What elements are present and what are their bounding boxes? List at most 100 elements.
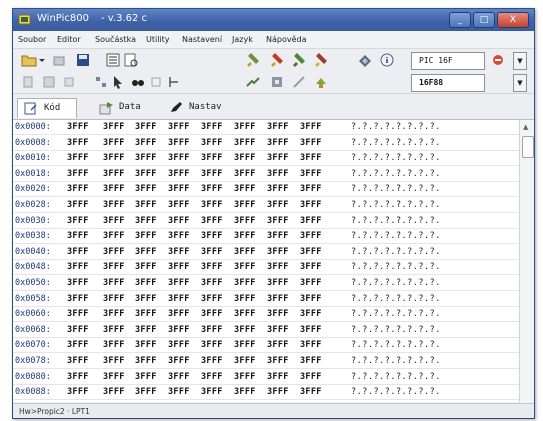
memory-word-cell[interactable]: 3FFF bbox=[168, 231, 190, 241]
code-memory-grid[interactable]: 0x0000: 3FFF 3FFF 3FFF 3FFF 3FFF 3FFF 3FFF 3FFF?… bbox=[13, 120, 519, 402]
tab-kod[interactable]: Kód bbox=[17, 98, 77, 118]
memory-word-cell[interactable]: 3FFF bbox=[135, 294, 157, 304]
table-row[interactable]: 0x0048: 3FFF 3FFF 3FFF 3FFF 3FFF 3FFF 3FFF 3FFF?… bbox=[13, 260, 519, 276]
memory-word-cell[interactable]: 3FFF bbox=[201, 340, 223, 350]
table-row[interactable]: 0x0070: 3FFF 3FFF 3FFF 3FFF 3FFF 3FFF 3FFF 3FFF?… bbox=[13, 338, 519, 354]
memory-word-cell[interactable]: 3FFF bbox=[67, 294, 89, 304]
memory-word-cell[interactable]: 3FFF bbox=[103, 169, 125, 179]
table-row[interactable]: 0x0068: 3FFF 3FFF 3FFF 3FFF 3FFF 3FFF 3FFF 3FFF?… bbox=[13, 323, 519, 338]
memory-word-cell[interactable]: 3FFF bbox=[168, 169, 190, 179]
memory-word-cell[interactable]: 3FFF bbox=[67, 340, 89, 350]
memory-word-cell[interactable]: 3FFF bbox=[67, 153, 89, 163]
paste-icon[interactable] bbox=[41, 74, 57, 90]
chip-test-icon[interactable] bbox=[357, 52, 373, 68]
memory-word-cell[interactable]: 3FFF bbox=[168, 294, 190, 304]
memory-word-cell[interactable]: 3FFF bbox=[234, 387, 256, 397]
memory-word-cell[interactable]: 3FFF bbox=[300, 184, 322, 194]
menu-utility[interactable]: Utility bbox=[146, 35, 170, 44]
memory-word-cell[interactable]: 3FFF bbox=[267, 216, 289, 226]
memory-word-cell[interactable]: 3FFF bbox=[135, 169, 157, 179]
info-icon[interactable] bbox=[379, 52, 395, 68]
memory-word-cell[interactable]: 3FFF bbox=[234, 372, 256, 382]
memory-word-cell[interactable]: 3FFF bbox=[168, 153, 190, 163]
memory-word-cell[interactable]: 3FFF bbox=[201, 372, 223, 382]
preview-icon[interactable] bbox=[123, 52, 139, 68]
memory-word-cell[interactable]: 3FFF bbox=[67, 169, 89, 179]
memory-word-cell[interactable]: 3FFF bbox=[234, 340, 256, 350]
memory-word-cell[interactable]: 3FFF bbox=[103, 122, 125, 132]
memory-word-cell[interactable]: 3FFF bbox=[267, 309, 289, 319]
memory-word-cell[interactable]: 3FFF bbox=[201, 278, 223, 288]
table-row[interactable]: 0x0008: 3FFF 3FFF 3FFF 3FFF 3FFF 3FFF 3FFF 3FFF?… bbox=[13, 136, 519, 151]
memory-word-cell[interactable]: 3FFF bbox=[103, 247, 125, 257]
memory-word-cell[interactable]: 3FFF bbox=[168, 122, 190, 132]
memory-word-cell[interactable]: 3FFF bbox=[300, 294, 322, 304]
open-folder-icon[interactable] bbox=[21, 52, 37, 68]
write-chip-icon[interactable] bbox=[269, 52, 285, 68]
memory-word-cell[interactable]: 3FFF bbox=[300, 247, 322, 257]
read-chip-icon[interactable] bbox=[245, 52, 261, 68]
menu-soubor[interactable]: Soubor bbox=[18, 35, 46, 44]
settings-icon[interactable] bbox=[269, 74, 285, 90]
find-icon[interactable] bbox=[130, 74, 146, 90]
memory-word-cell[interactable]: 3FFF bbox=[67, 309, 89, 319]
memory-word-cell[interactable]: 3FFF bbox=[103, 340, 125, 350]
memory-word-cell[interactable]: 3FFF bbox=[103, 200, 125, 210]
memory-word-cell[interactable]: 3FFF bbox=[201, 309, 223, 319]
memory-word-cell[interactable]: 3FFF bbox=[168, 278, 190, 288]
memory-word-cell[interactable]: 3FFF bbox=[103, 216, 125, 226]
memory-word-cell[interactable]: 3FFF bbox=[234, 169, 256, 179]
memory-word-cell[interactable]: 3FFF bbox=[300, 138, 322, 148]
vertical-scrollbar[interactable]: ▲ bbox=[519, 120, 534, 402]
memory-word-cell[interactable]: 3FFF bbox=[135, 372, 157, 382]
device-model-dropdown-icon[interactable]: ▼ bbox=[513, 74, 527, 92]
memory-word-cell[interactable]: 3FFF bbox=[201, 200, 223, 210]
memory-word-cell[interactable]: 3FFF bbox=[234, 216, 256, 226]
memory-word-cell[interactable]: 3FFF bbox=[67, 262, 89, 272]
memory-word-cell[interactable]: 3FFF bbox=[67, 200, 89, 210]
memory-word-cell[interactable]: 3FFF bbox=[267, 387, 289, 397]
memory-word-cell[interactable]: 3FFF bbox=[234, 231, 256, 241]
memory-word-cell[interactable]: 3FFF bbox=[103, 372, 125, 382]
memory-word-cell[interactable]: 3FFF bbox=[300, 262, 322, 272]
memory-word-cell[interactable]: 3FFF bbox=[135, 122, 157, 132]
memory-word-cell[interactable]: 3FFF bbox=[67, 216, 89, 226]
memory-word-cell[interactable]: 3FFF bbox=[135, 309, 157, 319]
memory-word-cell[interactable]: 3FFF bbox=[103, 325, 125, 335]
verify-chip-icon[interactable] bbox=[291, 52, 307, 68]
memory-word-cell[interactable]: 3FFF bbox=[103, 356, 125, 366]
memory-word-cell[interactable]: 3FFF bbox=[300, 200, 322, 210]
memory-word-cell[interactable]: 3FFF bbox=[201, 356, 223, 366]
memory-word-cell[interactable]: 3FFF bbox=[267, 169, 289, 179]
memory-word-cell[interactable]: 3FFF bbox=[201, 231, 223, 241]
table-row[interactable]: 0x0060: 3FFF 3FFF 3FFF 3FFF 3FFF 3FFF 3FFF 3FFF?… bbox=[13, 307, 519, 323]
table-row[interactable]: 0x0028: 3FFF 3FFF 3FFF 3FFF 3FFF 3FFF 3FFF 3FFF?… bbox=[13, 198, 519, 213]
memory-word-cell[interactable]: 3FFF bbox=[135, 153, 157, 163]
table-row[interactable]: 0x0050: 3FFF 3FFF 3FFF 3FFF 3FFF 3FFF 3FFF 3FFF?… bbox=[13, 276, 519, 291]
copy-icon[interactable] bbox=[21, 74, 37, 90]
memory-word-cell[interactable]: 3FFF bbox=[135, 200, 157, 210]
menu-editor[interactable]: Editor bbox=[57, 35, 81, 44]
memory-word-cell[interactable]: 3FFF bbox=[234, 294, 256, 304]
memory-word-cell[interactable]: 3FFF bbox=[103, 278, 125, 288]
memory-word-cell[interactable]: 3FFF bbox=[234, 278, 256, 288]
memory-word-cell[interactable]: 3FFF bbox=[103, 309, 125, 319]
close-button[interactable]: X bbox=[497, 12, 529, 28]
table-row[interactable]: 0x0000: 3FFF 3FFF 3FFF 3FFF 3FFF 3FFF 3FFF 3FFF?… bbox=[13, 120, 519, 135]
memory-word-cell[interactable]: 3FFF bbox=[267, 356, 289, 366]
memory-word-cell[interactable]: 3FFF bbox=[234, 122, 256, 132]
scroll-thumb[interactable] bbox=[522, 136, 534, 158]
memory-word-cell[interactable]: 3FFF bbox=[267, 138, 289, 148]
memory-word-cell[interactable]: 3FFF bbox=[67, 231, 89, 241]
memory-word-cell[interactable]: 3FFF bbox=[168, 356, 190, 366]
memory-word-cell[interactable]: 3FFF bbox=[267, 231, 289, 241]
memory-word-cell[interactable]: 3FFF bbox=[234, 309, 256, 319]
memory-word-cell[interactable]: 3FFF bbox=[300, 169, 322, 179]
memory-word-cell[interactable]: 3FFF bbox=[135, 216, 157, 226]
memory-word-cell[interactable]: 3FFF bbox=[201, 138, 223, 148]
tab-nastav[interactable]: Nastav bbox=[163, 98, 233, 117]
tab-data[interactable]: Data bbox=[93, 98, 155, 117]
menu-nastaveni[interactable]: Nastavení bbox=[182, 35, 222, 44]
memory-word-cell[interactable]: 3FFF bbox=[267, 372, 289, 382]
memory-word-cell[interactable]: 3FFF bbox=[267, 325, 289, 335]
